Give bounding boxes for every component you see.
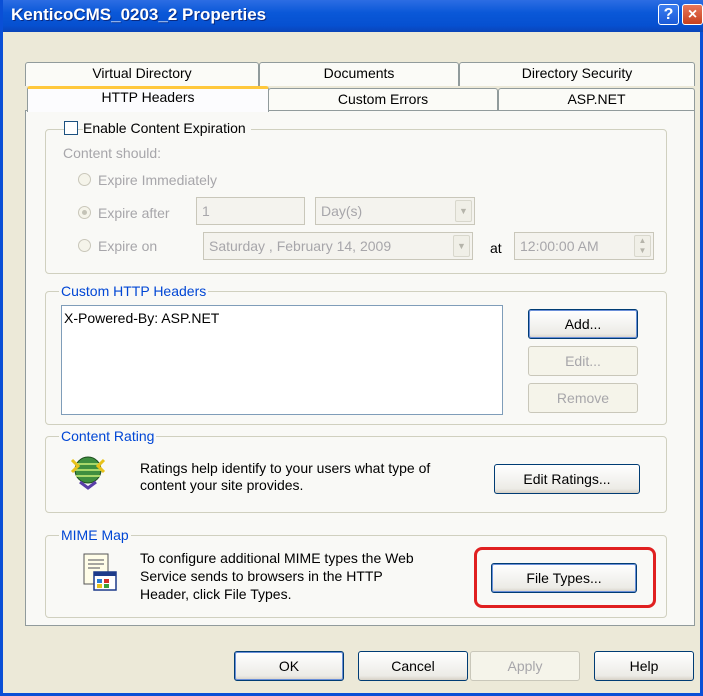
content-rating-desc-line1: Ratings help identify to your users what…	[140, 460, 431, 476]
expire-after-radio[interactable]	[78, 206, 91, 219]
title-help-button[interactable]: ?	[658, 4, 679, 25]
tab-virtual-directory[interactable]: Virtual Directory	[25, 62, 259, 86]
expire-after-value-input[interactable]: 1	[196, 197, 305, 225]
expire-on-time-value: 12:00:00 AM	[520, 238, 599, 254]
tab-http-headers[interactable]: HTTP Headers	[27, 86, 269, 112]
edit-ratings-button[interactable]: Edit Ratings...	[494, 464, 640, 494]
expire-after-label: Expire after	[98, 205, 170, 221]
expire-immediately-label: Expire Immediately	[98, 172, 218, 188]
title-close-button[interactable]: ×	[682, 4, 703, 25]
help-button[interactable]: Help	[594, 651, 694, 681]
expire-on-time-input[interactable]: 12:00:00 AM ▲ ▼	[514, 232, 654, 260]
cancel-button[interactable]: Cancel	[358, 651, 468, 681]
window-title: KenticoCMS_0203_2 Properties	[11, 5, 267, 24]
mime-file-icon	[83, 553, 117, 591]
tab-documents[interactable]: Documents	[259, 62, 459, 86]
custom-headers-legend: Custom HTTP Headers	[59, 283, 209, 299]
mime-map-desc-line3: Header, click File Types.	[140, 586, 292, 602]
spinner-icon[interactable]: ▲ ▼	[634, 235, 651, 257]
ratings-globe-icon	[70, 456, 106, 490]
mime-map-desc-line2: Service sends to browsers in the HTTP	[140, 568, 383, 584]
enable-expiration-checkbox[interactable]	[64, 121, 78, 135]
content-should-label: Content should:	[63, 145, 162, 161]
expire-after-unit-value: Day(s)	[321, 203, 363, 219]
enable-expiration-label: Enable Content Expiration	[83, 120, 251, 136]
properties-dialog: KenticoCMS_0203_2 Properties ? × Virtual…	[0, 0, 703, 696]
chevron-down-icon[interactable]: ▼	[453, 235, 470, 257]
list-item[interactable]: X-Powered-By: ASP.NET	[64, 310, 500, 326]
remove-header-button[interactable]: Remove	[528, 383, 638, 413]
file-types-highlight-annotation	[474, 547, 656, 608]
mime-map-legend: MIME Map	[59, 527, 131, 543]
expire-on-date-picker[interactable]: Saturday , February 14, 2009 ▼	[203, 232, 473, 260]
apply-button[interactable]: Apply	[470, 651, 580, 681]
content-rating-legend: Content Rating	[59, 428, 157, 444]
edit-header-button[interactable]: Edit...	[528, 346, 638, 376]
custom-headers-list[interactable]: X-Powered-By: ASP.NET	[61, 305, 503, 415]
ok-button[interactable]: OK	[234, 651, 344, 681]
tab-asp-net[interactable]: ASP.NET	[498, 88, 695, 111]
add-header-button[interactable]: Add...	[528, 309, 638, 339]
expire-on-label: Expire on	[98, 238, 158, 254]
content-rating-desc-line2: content your site provides.	[140, 477, 304, 493]
tab-directory-security[interactable]: Directory Security	[459, 62, 695, 86]
expire-after-unit-select[interactable]: Day(s) ▼	[315, 197, 475, 225]
title-bar[interactable]: KenticoCMS_0203_2 Properties ? ×	[3, 0, 703, 32]
at-label: at	[490, 240, 502, 256]
expire-on-radio[interactable]	[78, 239, 91, 252]
tab-custom-errors[interactable]: Custom Errors	[268, 88, 498, 111]
mime-map-desc-line1: To configure additional MIME types the W…	[140, 550, 414, 566]
chevron-down-icon[interactable]: ▼	[455, 200, 472, 222]
expire-on-date-value: Saturday , February 14, 2009	[209, 238, 392, 254]
expire-immediately-radio[interactable]	[78, 173, 91, 186]
